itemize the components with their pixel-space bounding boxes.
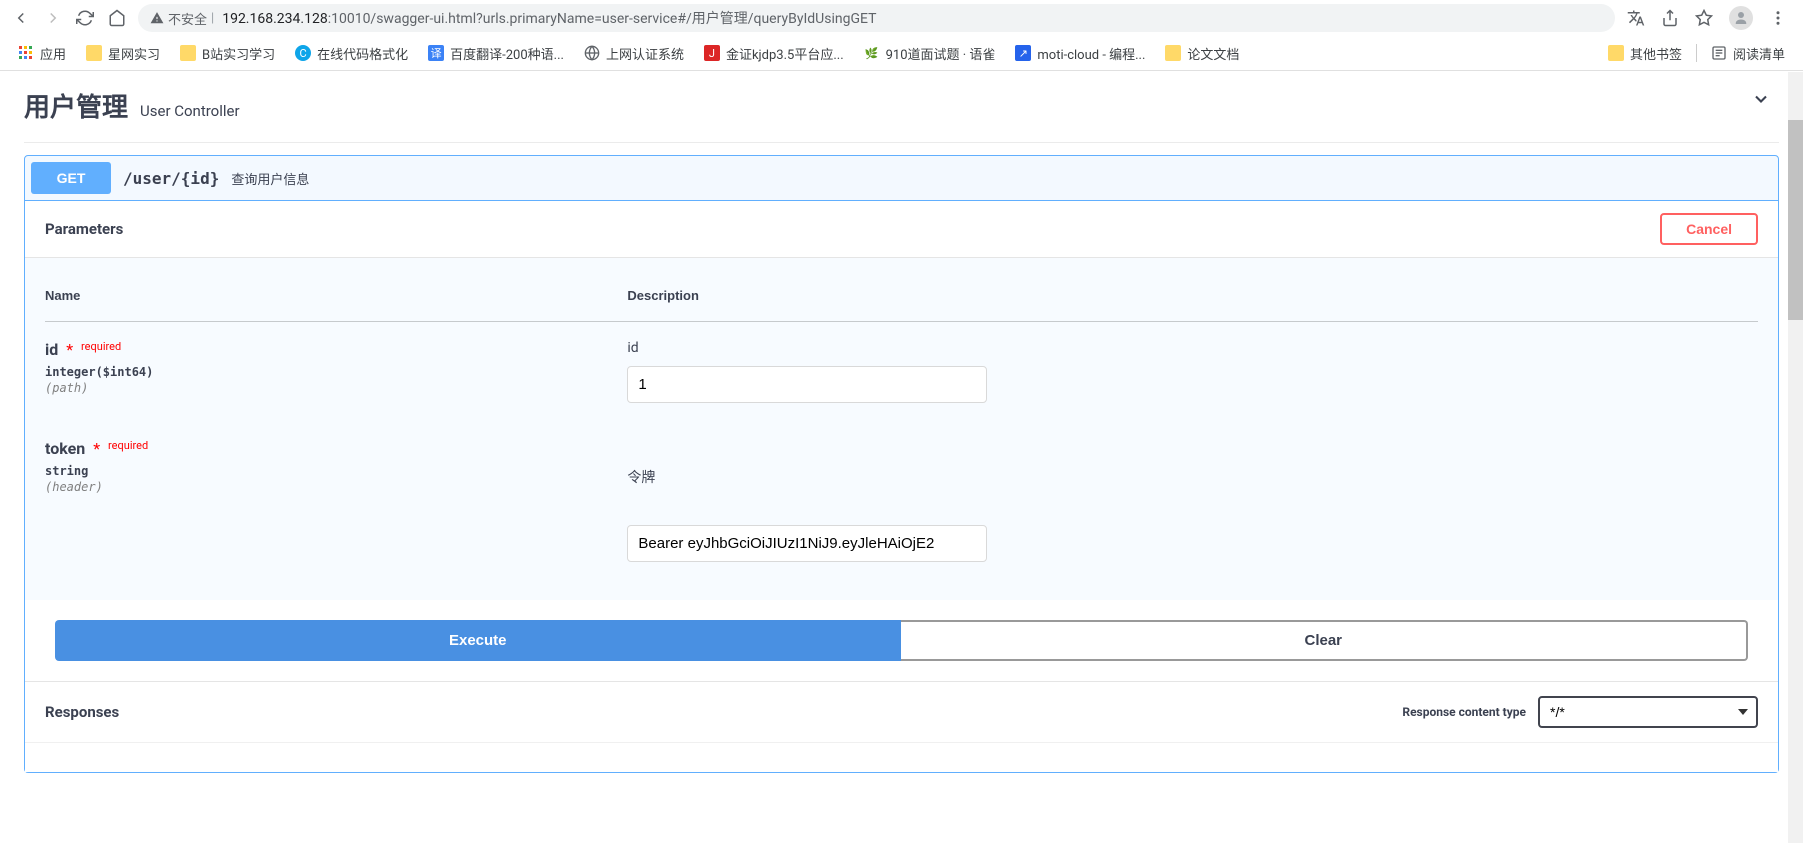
bookmark-item[interactable]: ↗ moti-cloud - 编程... xyxy=(1009,40,1151,67)
param-type: string xyxy=(45,464,627,478)
content-type-label: Response content type xyxy=(1402,705,1526,719)
bookmark-label: 论文文档 xyxy=(1187,44,1239,63)
insecure-label: 不安全 xyxy=(168,9,207,28)
avatar[interactable] xyxy=(1729,6,1753,30)
tag-header[interactable]: 用户管理 User Controller xyxy=(24,71,1779,143)
bookmark-item[interactable]: 论文文档 xyxy=(1159,40,1245,67)
required-star: * xyxy=(62,340,73,359)
tag-desc: User Controller xyxy=(140,102,240,120)
bookmark-item[interactable]: 星网实习 xyxy=(80,40,166,67)
operation-summary[interactable]: GET /user/{id} 查询用户信息 xyxy=(25,156,1778,200)
menu-icon[interactable] xyxy=(1769,9,1787,27)
bookmark-item[interactable]: B站实习学习 xyxy=(174,40,281,67)
param-type: integer($int64) xyxy=(45,365,627,379)
operation-block: GET /user/{id} 查询用户信息 Parameters Cancel … xyxy=(24,155,1779,773)
param-input-token[interactable] xyxy=(627,525,987,562)
required-label: required xyxy=(104,439,148,452)
bookmark-item[interactable]: 🌿 910道面试题 · 语雀 xyxy=(858,40,1002,67)
cancel-button[interactable]: Cancel xyxy=(1660,213,1758,245)
back-button[interactable] xyxy=(12,9,30,27)
parameter-row: id * required integer($int64) (path) id xyxy=(45,322,1758,422)
scrollbar[interactable] xyxy=(1788,72,1803,843)
apps-icon xyxy=(18,45,34,61)
param-desc: 令牌 xyxy=(627,467,1758,487)
site-icon: 译 xyxy=(428,45,444,61)
bookmark-label: 910道面试题 · 语雀 xyxy=(886,44,996,63)
operation-desc: 查询用户信息 xyxy=(231,169,309,188)
parameters-title: Parameters xyxy=(45,220,123,238)
divider xyxy=(1696,44,1697,62)
scrollbar-thumb[interactable] xyxy=(1788,120,1803,320)
star-icon[interactable] xyxy=(1695,9,1713,27)
folder-icon xyxy=(86,45,102,61)
param-input-id[interactable] xyxy=(627,366,987,403)
url-field[interactable]: 不安全 | 192.168.234.128:10010/swagger-ui.h… xyxy=(138,4,1615,32)
bookmark-label: B站实习学习 xyxy=(202,44,275,63)
site-icon: J xyxy=(704,45,720,61)
clear-button[interactable]: Clear xyxy=(901,620,1749,661)
share-icon[interactable] xyxy=(1661,9,1679,27)
url-path: :10010/swagger-ui.html?urls.primaryName=… xyxy=(328,11,877,27)
bookmark-item[interactable]: C 在线代码格式化 xyxy=(289,40,414,67)
parameter-row: token * required string (header) 令牌 xyxy=(45,421,1758,580)
param-name: id xyxy=(45,340,58,359)
content-type-select[interactable]: */* xyxy=(1538,696,1758,728)
bookmark-item[interactable]: 译 百度翻译-200种语... xyxy=(422,40,570,67)
responses-title: Responses xyxy=(45,703,119,721)
bookmark-item[interactable]: J 金证kjdp3.5平台应... xyxy=(698,40,850,67)
bookmark-item[interactable]: 上网认证系统 xyxy=(578,40,690,67)
folder-icon xyxy=(180,45,196,61)
apps-label: 应用 xyxy=(40,44,66,63)
insecure-badge: 不安全 | xyxy=(150,9,214,28)
param-desc: id xyxy=(627,340,1758,356)
param-in: (path) xyxy=(45,381,627,395)
method-badge: GET xyxy=(31,162,111,194)
param-in: (header) xyxy=(45,480,627,494)
col-desc-header: Description xyxy=(627,278,1758,322)
apps-button[interactable]: 应用 xyxy=(12,40,72,67)
bookmark-label: 百度翻译-200种语... xyxy=(450,44,564,63)
bookmarks-bar: 应用 星网实习 B站实习学习 C 在线代码格式化 译 百度翻译-200种语...… xyxy=(0,36,1803,70)
col-name-header: Name xyxy=(45,278,627,322)
required-star: * xyxy=(89,439,100,458)
reading-list[interactable]: 阅读清单 xyxy=(1705,40,1791,67)
other-bookmarks[interactable]: 其他书签 xyxy=(1602,40,1688,67)
folder-icon xyxy=(1165,45,1181,61)
execute-button[interactable]: Execute xyxy=(55,620,901,661)
folder-icon xyxy=(1608,45,1624,61)
bookmark-label: 金证kjdp3.5平台应... xyxy=(726,44,844,63)
reading-list-label: 阅读清单 xyxy=(1733,44,1785,63)
other-bookmarks-label: 其他书签 xyxy=(1630,44,1682,63)
reload-button[interactable] xyxy=(76,9,94,27)
param-name: token xyxy=(45,439,85,458)
chevron-down-icon[interactable] xyxy=(1751,89,1771,109)
required-label: required xyxy=(77,340,121,353)
bookmark-label: 星网实习 xyxy=(108,44,160,63)
operation-path: /user/{id} xyxy=(123,169,219,188)
tag-name: 用户管理 xyxy=(24,87,128,124)
bookmark-label: 上网认证系统 xyxy=(606,44,684,63)
globe-icon xyxy=(584,45,600,61)
reading-list-icon xyxy=(1711,45,1727,61)
bookmark-label: moti-cloud - 编程... xyxy=(1037,44,1145,63)
bookmark-label: 在线代码格式化 xyxy=(317,44,408,63)
url-host: 192.168.234.128 xyxy=(222,11,328,27)
site-icon: ↗ xyxy=(1015,45,1031,61)
forward-button[interactable] xyxy=(44,9,62,27)
site-icon: C xyxy=(295,45,311,61)
site-icon: 🌿 xyxy=(864,45,880,61)
home-button[interactable] xyxy=(108,9,126,27)
translate-icon[interactable] xyxy=(1627,9,1645,27)
